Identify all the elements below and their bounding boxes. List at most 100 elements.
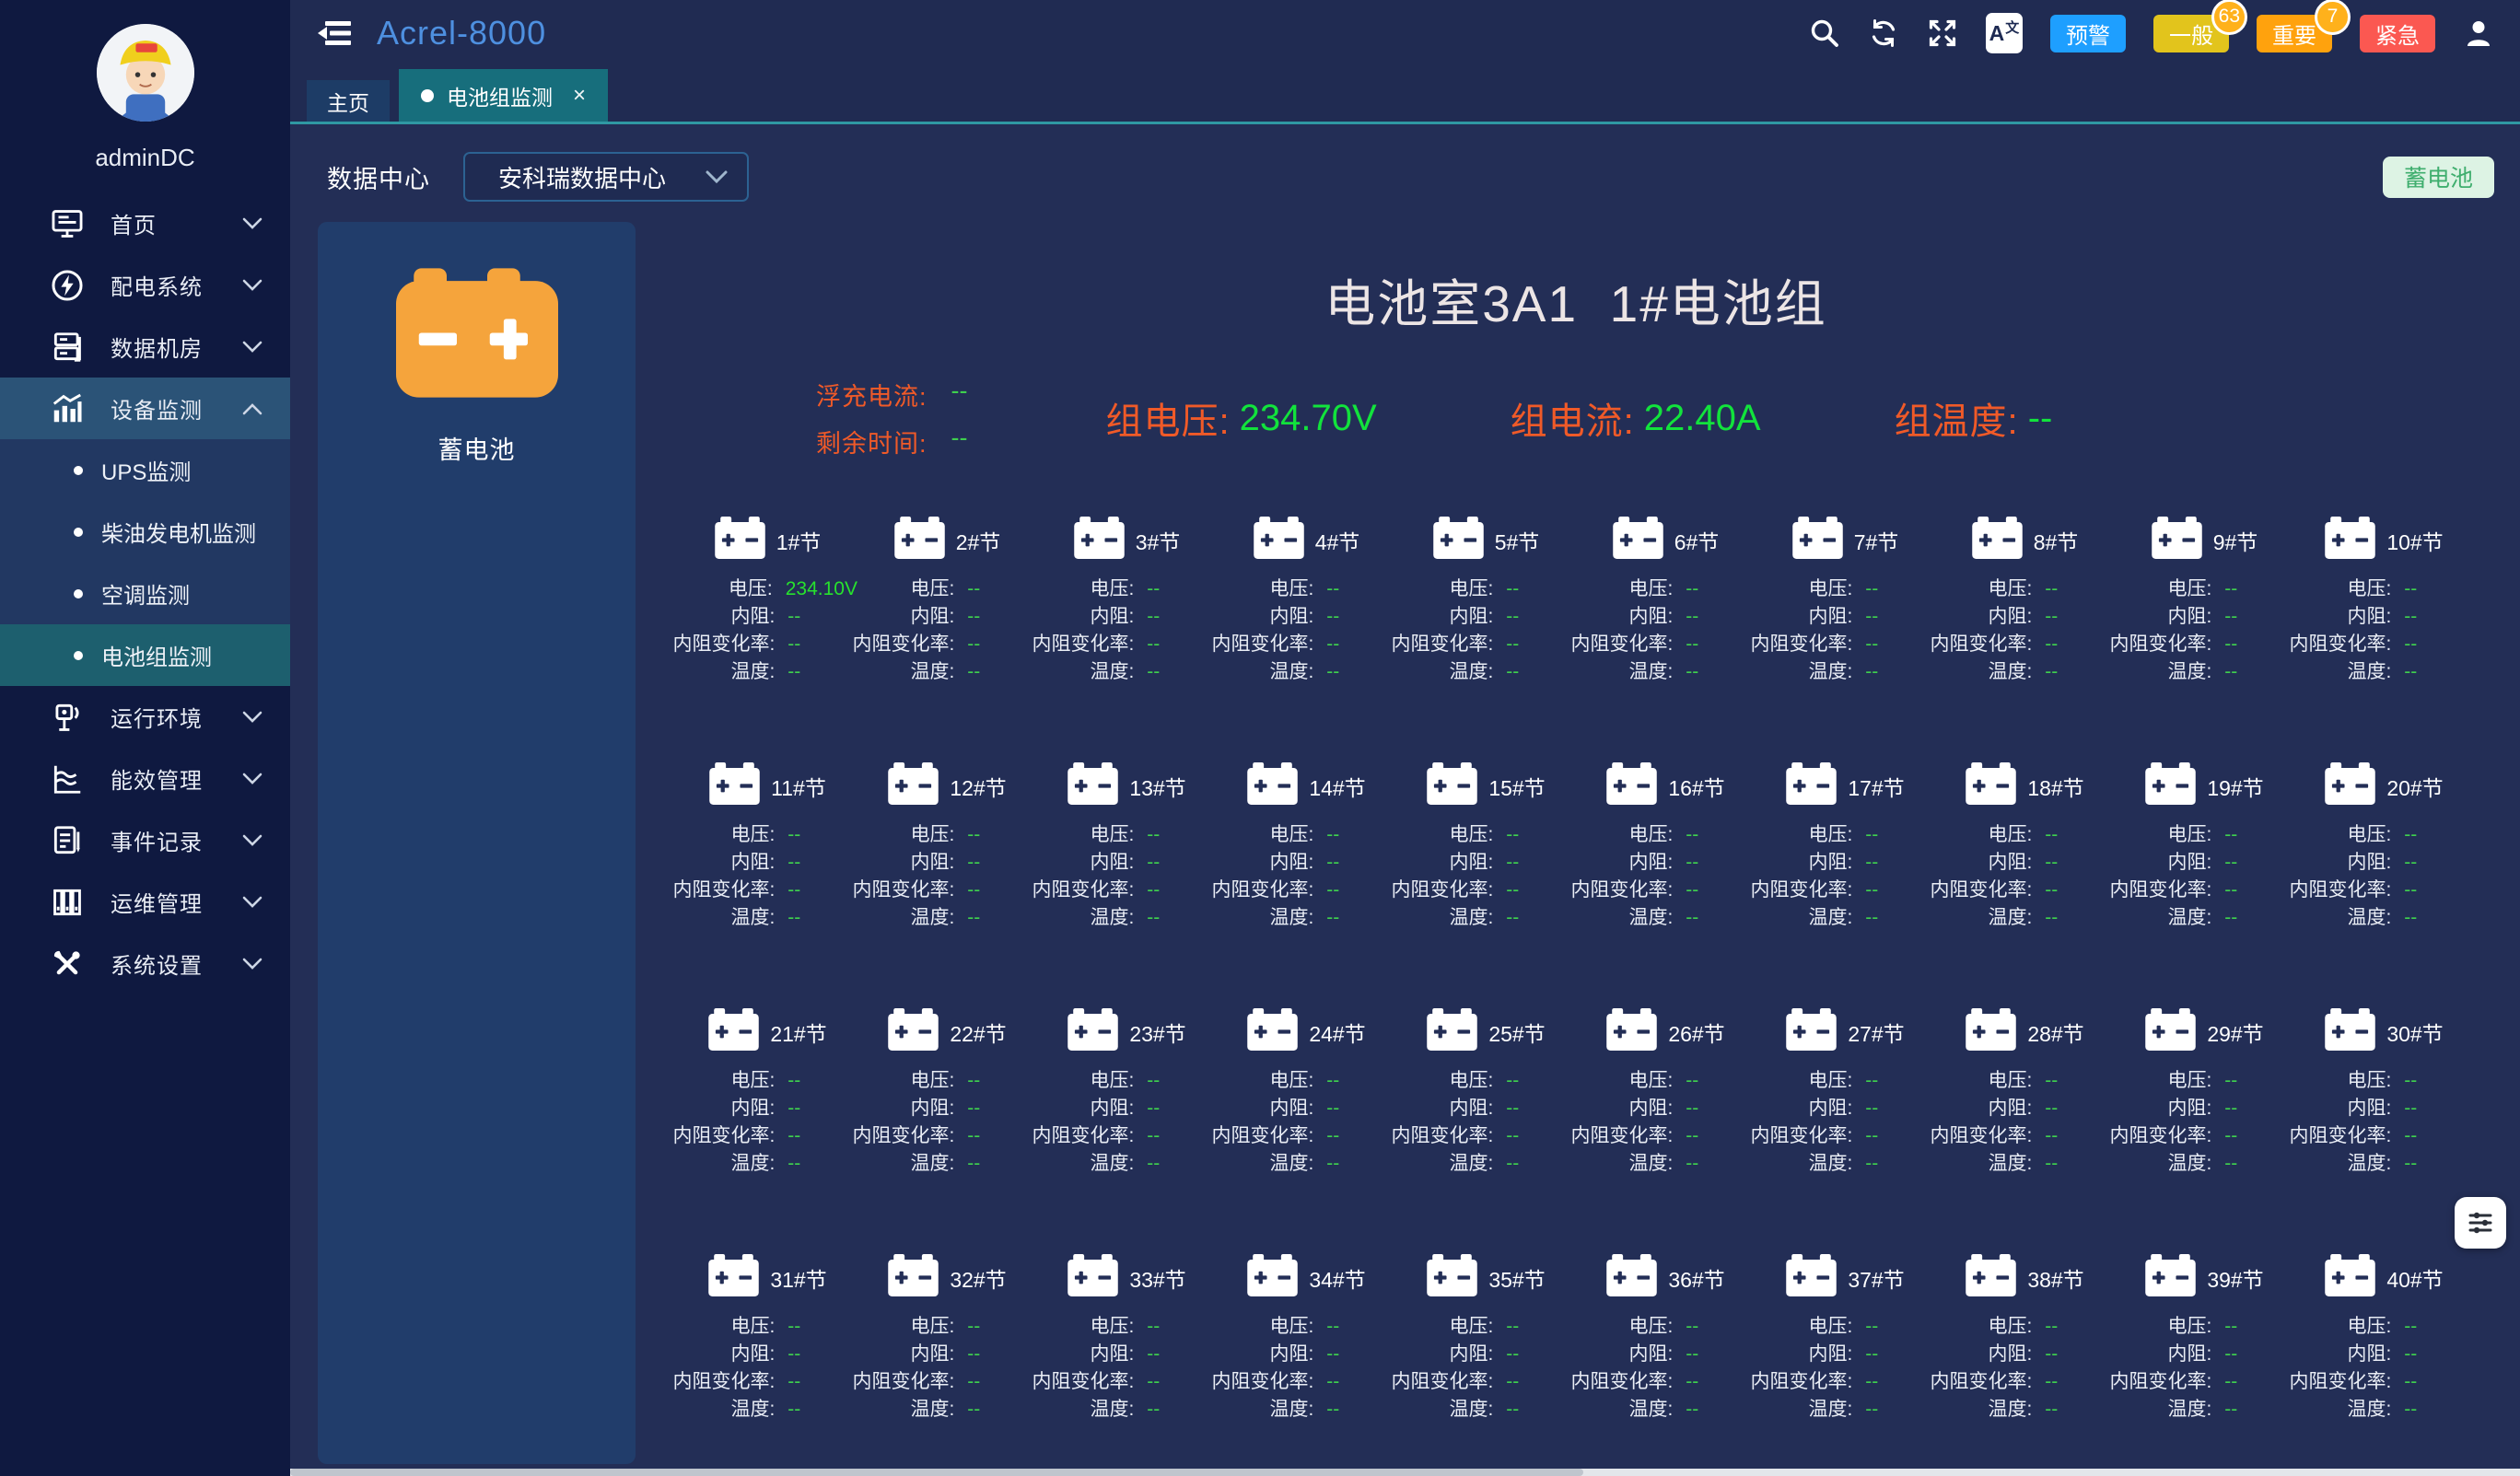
device-panel[interactable]: 蓄电池 bbox=[318, 222, 636, 1464]
fullscreen-icon[interactable] bbox=[1927, 17, 1958, 49]
field-label-text: 内阻变化率: bbox=[1391, 1124, 1493, 1147]
battery-cell-field-row: 电压:-- bbox=[1217, 823, 1396, 846]
field-label: 电压: bbox=[678, 823, 775, 846]
avatar[interactable] bbox=[97, 24, 194, 122]
battery-cell-field-row: 内阻变化率:-- bbox=[1935, 1124, 2115, 1147]
sidebar-item-data-room[interactable]: 数据机房 bbox=[0, 316, 290, 378]
battery-cell-number: 33#节 bbox=[1129, 1262, 1185, 1294]
refresh-icon[interactable] bbox=[1868, 17, 1899, 49]
chevron-down-icon bbox=[242, 958, 262, 970]
battery-icon bbox=[1254, 517, 1304, 564]
alarm-button-critical[interactable]: 紧急 bbox=[2360, 15, 2435, 52]
field-label: 温度: bbox=[1217, 1152, 1313, 1175]
field-label-text: 温度: bbox=[1628, 1398, 1673, 1421]
field-label-text: 内阻变化率: bbox=[2289, 1370, 2391, 1393]
close-icon[interactable]: × bbox=[573, 85, 586, 107]
battery-icon bbox=[1786, 762, 1837, 809]
field-label: 内阻: bbox=[1576, 1342, 1673, 1366]
battery-cell-fields: 电压:--内阻:--内阻变化率:--温度:-- bbox=[2294, 1315, 2474, 1421]
battery-cell-field-row: 电压:-- bbox=[1576, 823, 1756, 846]
field-label: 内阻变化率: bbox=[1756, 1124, 1852, 1147]
field-label: 内阻变化率: bbox=[1756, 1370, 1852, 1393]
sidebar-item-energy-management[interactable]: 能效管理 bbox=[0, 748, 290, 809]
field-label: 温度: bbox=[1037, 1398, 1134, 1421]
battery-filter-button[interactable]: 蓄电池 bbox=[2383, 157, 2494, 198]
field-value: -- bbox=[2045, 1097, 2058, 1120]
alarm-button-general[interactable]: 一般63 bbox=[2153, 15, 2229, 52]
sidebar-item-label: 首页 bbox=[111, 207, 157, 239]
field-label-text: 内阻变化率: bbox=[1930, 633, 2032, 656]
field-label: 电压: bbox=[1935, 1069, 2032, 1092]
field-label-text: 温度: bbox=[1808, 1398, 1852, 1421]
sidebar-subitem-aircon-monitor[interactable]: 空调监测 bbox=[0, 563, 290, 624]
sidebar-subitem-diesel-generator-monitor[interactable]: 柴油发电机监测 bbox=[0, 501, 290, 563]
battery-cell-field-row: 内阻变化率:-- bbox=[858, 1370, 1037, 1393]
field-label: 电压: bbox=[1756, 823, 1852, 846]
battery-cell-fields: 电压:--内阻:--内阻变化率:--温度:-- bbox=[1217, 1069, 1396, 1175]
sidebar-item-event-log[interactable]: 事件记录 bbox=[0, 809, 290, 871]
battery-cell-field-row: 电压:-- bbox=[1396, 577, 1576, 600]
field-value: -- bbox=[2045, 633, 2058, 656]
battery-cell-field-row: 内阻变化率:-- bbox=[1217, 1124, 1396, 1147]
field-label: 内阻变化率: bbox=[1396, 1370, 1493, 1393]
sidebar-subitem-ups-monitor[interactable]: UPS监测 bbox=[0, 439, 290, 501]
battery-cell-number: 17#节 bbox=[1848, 771, 1904, 802]
sidebar-subitem-battery-group-monitor[interactable]: 电池组监测 bbox=[0, 624, 290, 686]
alarm-button-important[interactable]: 重要7 bbox=[2257, 15, 2332, 52]
field-value: -- bbox=[1865, 1069, 1878, 1092]
field-label-text: 温度: bbox=[1269, 660, 1313, 683]
user-icon[interactable] bbox=[2463, 17, 2494, 49]
field-value: -- bbox=[1865, 878, 1878, 901]
sidebar-item-system-settings[interactable]: 系统设置 bbox=[0, 933, 290, 994]
filter-float-button[interactable] bbox=[2455, 1197, 2506, 1249]
field-label: 内阻变化率: bbox=[2294, 1370, 2391, 1393]
field-label-text: 电压: bbox=[1269, 823, 1313, 846]
datacenter-select[interactable]: 安科瑞数据中心 bbox=[463, 152, 749, 202]
sidebar-item-home[interactable]: 首页 bbox=[0, 192, 290, 254]
field-value: -- bbox=[1147, 851, 1160, 874]
username: adminDC bbox=[95, 144, 194, 172]
search-icon[interactable] bbox=[1809, 17, 1840, 49]
chevron-down-icon bbox=[242, 834, 262, 847]
field-label-text: 温度: bbox=[2347, 906, 2391, 929]
field-label-text: 内阻: bbox=[1090, 605, 1134, 628]
field-value: -- bbox=[2224, 1315, 2237, 1338]
tab-battery-group-monitor[interactable]: 电池组监测× bbox=[399, 69, 608, 122]
horizontal-scrollbar[interactable] bbox=[290, 1469, 2520, 1476]
alarm-button-warning[interactable]: 预警 bbox=[2050, 15, 2126, 52]
sidebar-item-power-distribution[interactable]: 配电系统 bbox=[0, 254, 290, 316]
sidebar-item-runtime-environment[interactable]: 运行环境 bbox=[0, 686, 290, 748]
battery-cell: 7#节电压:--内阻:--内阻变化率:--温度:-- bbox=[1756, 517, 1935, 683]
scrollbar-thumb[interactable] bbox=[290, 1469, 1583, 1476]
field-value: -- bbox=[2224, 605, 2237, 628]
sidebar-item-ops-management[interactable]: 运维管理 bbox=[0, 871, 290, 933]
sidebar-collapse-icon[interactable] bbox=[316, 18, 355, 48]
battery-cell: 8#节电压:--内阻:--内阻变化率:--温度:-- bbox=[1935, 517, 2115, 683]
chevron-down-icon bbox=[242, 279, 262, 292]
field-value: -- bbox=[788, 851, 800, 874]
tab-home[interactable]: 主页 bbox=[307, 80, 390, 122]
field-value: -- bbox=[1865, 1097, 1878, 1120]
battery-cell-field-row: 电压:-- bbox=[2115, 823, 2294, 846]
battery-cell-number: 6#节 bbox=[1674, 525, 1720, 556]
battery-cell-field-row: 内阻:-- bbox=[678, 605, 858, 628]
battery-cell-field-row: 内阻变化率:-- bbox=[1396, 1124, 1576, 1147]
battery-cell-fields: 电压:--内阻:--内阻变化率:--温度:-- bbox=[1756, 823, 1935, 929]
field-label: 内阻变化率: bbox=[1935, 633, 2032, 656]
field-label-text: 温度: bbox=[2347, 660, 2391, 683]
field-label: 温度: bbox=[1756, 1152, 1852, 1175]
field-value: -- bbox=[967, 1370, 980, 1393]
battery-cell-field-row: 温度:-- bbox=[1037, 1152, 1217, 1175]
battery-cell-field-row: 内阻:-- bbox=[1217, 1342, 1396, 1366]
active-tab-dot bbox=[421, 89, 434, 102]
language-icon[interactable]: A文 bbox=[1986, 13, 2023, 53]
battery-cell-number: 27#节 bbox=[1848, 1017, 1904, 1048]
sidebar-item-device-monitor[interactable]: 设备监测 bbox=[0, 378, 290, 439]
field-value: -- bbox=[2045, 605, 2058, 628]
battery-cell-header: 16#节 bbox=[1576, 762, 1756, 809]
field-value: -- bbox=[2224, 1370, 2237, 1393]
field-value: -- bbox=[1147, 878, 1160, 901]
field-label: 内阻: bbox=[858, 851, 954, 874]
field-label: 温度: bbox=[1756, 660, 1852, 683]
battery-cell-header: 36#节 bbox=[1576, 1254, 1756, 1301]
